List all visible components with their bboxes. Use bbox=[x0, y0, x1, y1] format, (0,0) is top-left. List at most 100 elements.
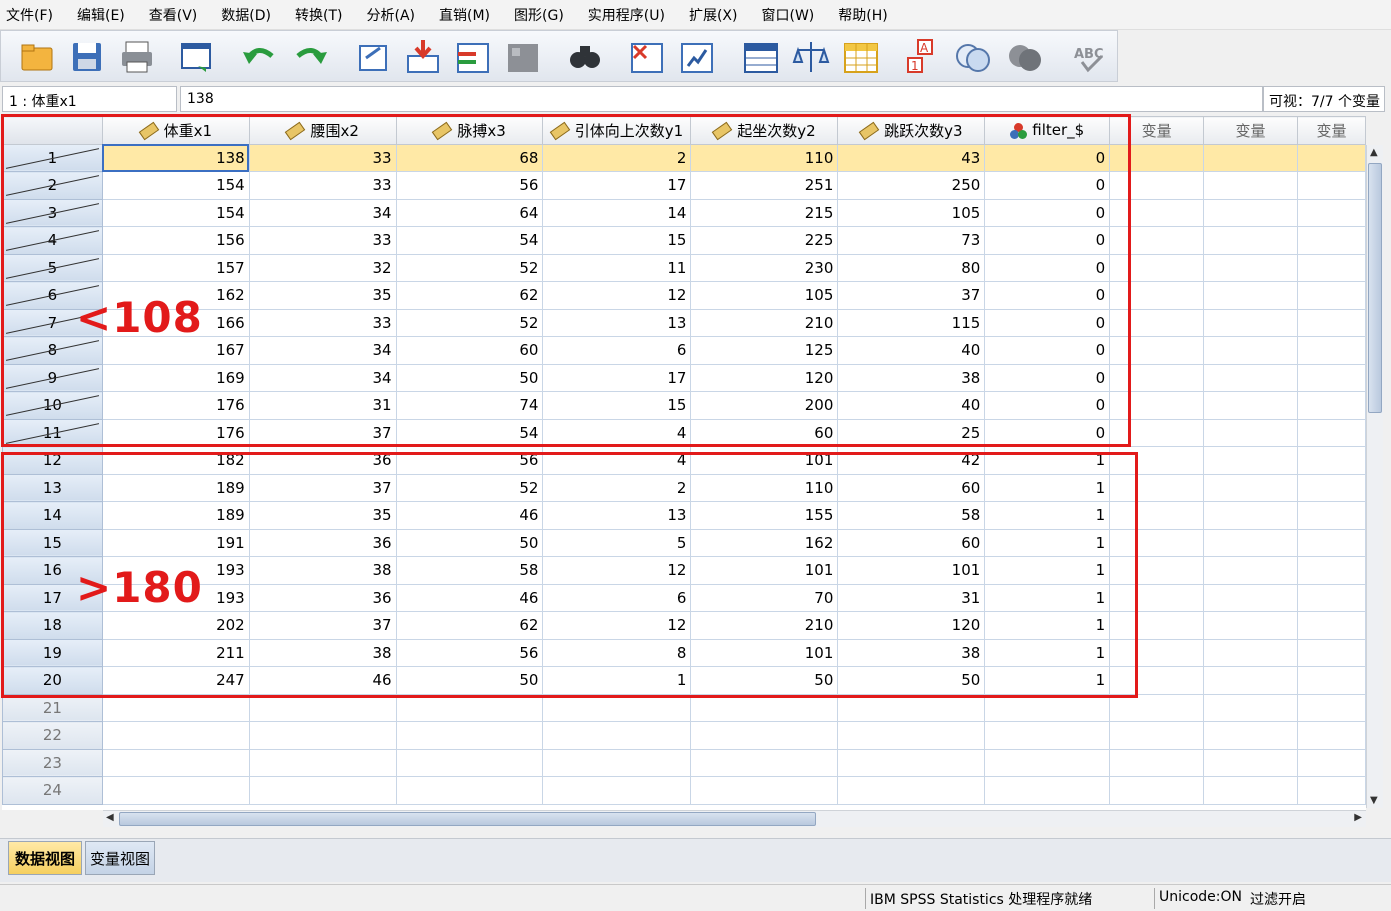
spell-check-icon[interactable]: ABC bbox=[1069, 37, 1109, 77]
data-cell[interactable] bbox=[249, 776, 397, 805]
show-all-variables-icon[interactable] bbox=[1005, 37, 1045, 77]
data-cell[interactable] bbox=[542, 694, 692, 722]
empty-cell[interactable] bbox=[1297, 226, 1366, 255]
empty-cell[interactable] bbox=[1203, 419, 1298, 447]
weight-cases-icon[interactable] bbox=[791, 37, 831, 77]
menu-item[interactable]: 实用程序(U) bbox=[582, 5, 665, 25]
empty-column-header[interactable]: 变量 bbox=[1203, 116, 1298, 145]
empty-cell[interactable] bbox=[1109, 721, 1205, 750]
empty-cell[interactable] bbox=[1109, 776, 1205, 805]
empty-cell[interactable] bbox=[1203, 281, 1298, 310]
empty-cell[interactable] bbox=[1297, 666, 1366, 695]
scroll-left-icon[interactable]: ◀ bbox=[106, 812, 114, 823]
data-cell[interactable] bbox=[837, 749, 986, 777]
data-cell[interactable] bbox=[837, 776, 986, 805]
empty-cell[interactable] bbox=[1297, 281, 1366, 310]
scroll-up-icon[interactable]: ▲ bbox=[1370, 147, 1378, 158]
empty-cell[interactable] bbox=[1297, 611, 1366, 640]
empty-cell[interactable] bbox=[1203, 474, 1298, 502]
empty-cell[interactable] bbox=[1203, 501, 1298, 530]
cell-value-editor[interactable]: 138 bbox=[180, 86, 1263, 112]
empty-cell[interactable] bbox=[1203, 611, 1298, 640]
empty-cell[interactable] bbox=[1297, 529, 1366, 557]
empty-cell[interactable] bbox=[1297, 336, 1366, 365]
data-cell[interactable] bbox=[102, 694, 250, 722]
horizontal-scroll-thumb[interactable] bbox=[119, 812, 816, 826]
data-cell[interactable] bbox=[690, 776, 839, 805]
empty-cell[interactable] bbox=[1203, 309, 1298, 337]
data-cell[interactable] bbox=[984, 694, 1111, 722]
empty-cell[interactable] bbox=[1297, 144, 1366, 172]
empty-cell[interactable] bbox=[1297, 556, 1366, 585]
data-cell[interactable] bbox=[690, 749, 839, 777]
row-header[interactable]: 24 bbox=[2, 776, 103, 805]
empty-cell[interactable] bbox=[1297, 639, 1366, 667]
tab-variable-view[interactable]: 变量视图 bbox=[85, 841, 155, 875]
data-cell[interactable] bbox=[396, 721, 544, 750]
row-header[interactable]: 21 bbox=[2, 693, 103, 722]
horizontal-scrollbar[interactable]: ◀ ▶ bbox=[103, 810, 1366, 827]
empty-cell[interactable] bbox=[1297, 419, 1366, 447]
vertical-scroll-thumb[interactable] bbox=[1368, 163, 1382, 413]
empty-cell[interactable] bbox=[1297, 254, 1366, 282]
empty-cell[interactable] bbox=[1203, 694, 1298, 722]
data-cell[interactable] bbox=[396, 694, 544, 722]
data-cell[interactable] bbox=[837, 721, 986, 750]
menu-item[interactable]: 分析(A) bbox=[360, 5, 415, 25]
value-labels-icon[interactable]: A1 bbox=[903, 37, 943, 77]
empty-cell[interactable] bbox=[1203, 749, 1298, 777]
empty-cell[interactable] bbox=[1203, 666, 1298, 695]
row-header[interactable]: 23 bbox=[2, 748, 103, 777]
empty-cell[interactable] bbox=[1203, 199, 1298, 227]
empty-cell[interactable] bbox=[1203, 529, 1298, 557]
empty-cell[interactable] bbox=[1203, 446, 1298, 475]
open-folder-icon[interactable] bbox=[17, 37, 57, 77]
empty-cell[interactable] bbox=[1203, 171, 1298, 200]
menu-item[interactable]: 帮助(H) bbox=[832, 5, 887, 25]
empty-cell[interactable] bbox=[1203, 584, 1298, 612]
data-cell[interactable] bbox=[984, 749, 1111, 777]
data-cell[interactable] bbox=[984, 776, 1111, 805]
undo-icon[interactable] bbox=[239, 37, 279, 77]
empty-cell[interactable] bbox=[1203, 721, 1298, 750]
empty-cell[interactable] bbox=[1297, 501, 1366, 530]
data-cell[interactable] bbox=[542, 721, 692, 750]
data-cell[interactable] bbox=[102, 721, 250, 750]
empty-cell[interactable] bbox=[1203, 639, 1298, 667]
menu-item[interactable]: 扩展(X) bbox=[683, 5, 738, 25]
menu-item[interactable]: 窗口(W) bbox=[755, 5, 814, 25]
data-cell[interactable] bbox=[984, 721, 1111, 750]
select-cases-icon[interactable] bbox=[841, 37, 881, 77]
insert-cases-icon[interactable] bbox=[627, 37, 667, 77]
empty-cell[interactable] bbox=[1203, 336, 1298, 365]
cell-reference[interactable]: 1 : 体重x1 bbox=[2, 86, 177, 112]
empty-cell[interactable] bbox=[1297, 446, 1366, 475]
data-cell[interactable] bbox=[249, 721, 397, 750]
empty-cell[interactable] bbox=[1203, 391, 1298, 420]
empty-column-header[interactable]: 变量 bbox=[1296, 116, 1366, 145]
empty-cell[interactable] bbox=[1297, 749, 1366, 777]
split-file-icon[interactable] bbox=[741, 37, 781, 77]
menu-item[interactable]: 查看(V) bbox=[143, 5, 198, 25]
menu-item[interactable]: 直销(M) bbox=[433, 5, 490, 25]
goto-case-icon[interactable] bbox=[353, 37, 393, 77]
data-cell[interactable] bbox=[102, 776, 250, 805]
empty-cell[interactable] bbox=[1297, 776, 1366, 805]
empty-cell[interactable] bbox=[1203, 556, 1298, 585]
data-cell[interactable] bbox=[102, 749, 250, 777]
vertical-scrollbar[interactable]: ▲ ▼ bbox=[1366, 145, 1383, 808]
empty-cell[interactable] bbox=[1203, 254, 1298, 282]
insert-variable-icon[interactable] bbox=[677, 37, 717, 77]
data-cell[interactable] bbox=[690, 694, 839, 722]
menu-item[interactable]: 数据(D) bbox=[215, 5, 271, 25]
data-cell[interactable] bbox=[396, 749, 544, 777]
redo-icon[interactable] bbox=[291, 37, 331, 77]
empty-cell[interactable] bbox=[1297, 721, 1366, 750]
empty-cell[interactable] bbox=[1203, 144, 1298, 172]
empty-cell[interactable] bbox=[1109, 694, 1205, 722]
print-icon[interactable] bbox=[117, 37, 157, 77]
save-icon[interactable] bbox=[67, 37, 107, 77]
scroll-down-icon[interactable]: ▼ bbox=[1370, 795, 1378, 806]
goto-variable-icon[interactable] bbox=[403, 37, 443, 77]
empty-cell[interactable] bbox=[1109, 749, 1205, 777]
